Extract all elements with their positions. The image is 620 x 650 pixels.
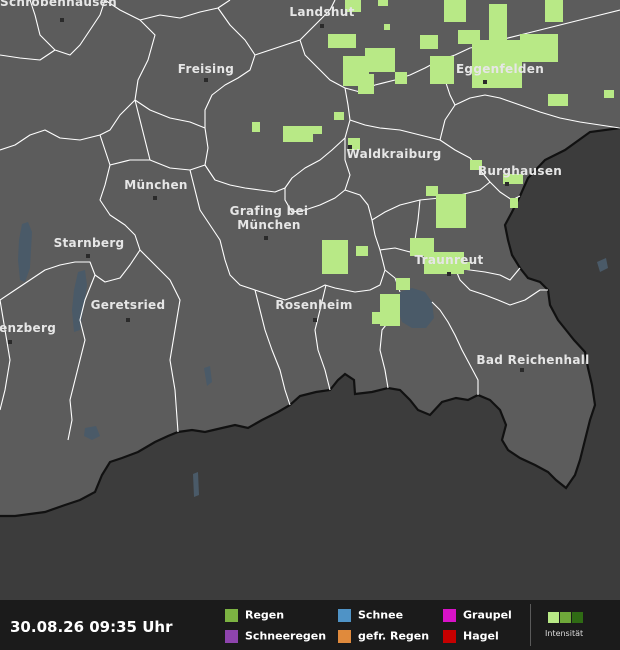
legend-label: Schnee (358, 608, 404, 622)
graupel-swatch (443, 608, 456, 622)
rain-echo (545, 0, 563, 22)
rain-echo (322, 240, 348, 274)
gefr-regen-swatch (338, 629, 351, 643)
rain-echo (356, 246, 368, 256)
city-name: Eggenfelden (456, 62, 544, 76)
rain-echo (312, 126, 322, 134)
city-marker (483, 80, 487, 84)
city-name: München (124, 178, 187, 192)
city-marker (264, 236, 268, 240)
legend-label: Regen (245, 608, 285, 622)
city-marker (447, 272, 451, 276)
rain-echo (283, 126, 313, 142)
city-name-line2: München (237, 218, 300, 232)
rain-echo (372, 312, 382, 324)
rain-echo (396, 278, 410, 290)
city-name: Burghausen (478, 164, 562, 178)
legend-item-gefr-regen: gefr. Regen (338, 629, 429, 643)
legend-divider (530, 604, 531, 646)
rain-echo (436, 194, 466, 228)
rain-echo (430, 56, 454, 84)
city-marker (520, 368, 524, 372)
city-marker (60, 18, 64, 22)
legend-label: Graupel (463, 608, 512, 622)
rain-echo (328, 34, 356, 48)
legend-footer: 30.08.26 09:35 Uhr Regen Schneeregen Sch… (0, 600, 620, 650)
rain-echo (334, 112, 344, 120)
city-marker (505, 182, 509, 186)
radar-map[interactable]: Schrobenhausen Landshut Freising Eggenfe… (0, 0, 620, 600)
city-marker (320, 24, 324, 28)
city-waldkraiburg[interactable]: Waldkraiburg (347, 145, 442, 161)
rain-echo (384, 24, 390, 30)
city-marker (153, 196, 157, 200)
city-name: Waldkraiburg (347, 147, 442, 161)
rain-echo (604, 90, 614, 98)
city-name: Traunreut (414, 253, 483, 267)
legend-label: Schneeregen (245, 629, 327, 643)
rain-echo (510, 198, 518, 208)
city-marker (8, 340, 12, 344)
city-name: Penzberg (0, 321, 56, 335)
rain-echo (489, 4, 507, 40)
intensity-swatch-light (548, 612, 559, 623)
intensity-swatch-strong (572, 612, 583, 623)
city-name: Schrobenhausen (0, 0, 117, 9)
rain-echo (358, 74, 374, 94)
city-name: Landshut (289, 5, 354, 19)
city-marker (86, 254, 90, 258)
rain-echo (426, 186, 438, 196)
rain-echo (548, 94, 568, 106)
city-marker (126, 318, 130, 322)
lake-small-3 (193, 472, 199, 497)
legend-item-schneeregen: Schneeregen (225, 629, 326, 643)
schneeregen-swatch (225, 629, 238, 643)
legend-item-hagel: Hagel (443, 629, 499, 643)
legend-label: Hagel (463, 629, 499, 643)
rain-echo (395, 72, 407, 84)
legend-item-regen: Regen (225, 608, 284, 622)
legend-item-schnee: Schnee (338, 608, 403, 622)
radar-timestamp: 30.08.26 09:35 Uhr (10, 618, 173, 636)
map-canvas: Schrobenhausen Landshut Freising Eggenfe… (0, 0, 620, 600)
schnee-swatch (338, 608, 351, 622)
rain-echo (420, 35, 438, 49)
rain-echo (252, 122, 260, 132)
rain-echo (378, 0, 388, 6)
legend-label: gefr. Regen (358, 629, 430, 643)
rain-echo (380, 294, 400, 326)
intensity-label: Intensität (545, 629, 584, 638)
city-name: Freising (178, 62, 234, 76)
legend-item-graupel: Graupel (443, 608, 512, 622)
hagel-swatch (443, 629, 456, 643)
regen-swatch (225, 608, 238, 622)
city-name: Starnberg (54, 236, 125, 250)
city-name: Geretsried (91, 298, 166, 312)
city-marker (313, 318, 317, 322)
city-marker (204, 78, 208, 82)
intensity-swatch-medium (560, 612, 571, 623)
rain-echo (520, 34, 558, 62)
rain-echo (365, 48, 395, 72)
city-name-line1: Grafing bei (230, 204, 309, 218)
city-name: Bad Reichenhall (476, 353, 589, 367)
city-name: Rosenheim (275, 298, 352, 312)
rain-echo (444, 0, 466, 22)
